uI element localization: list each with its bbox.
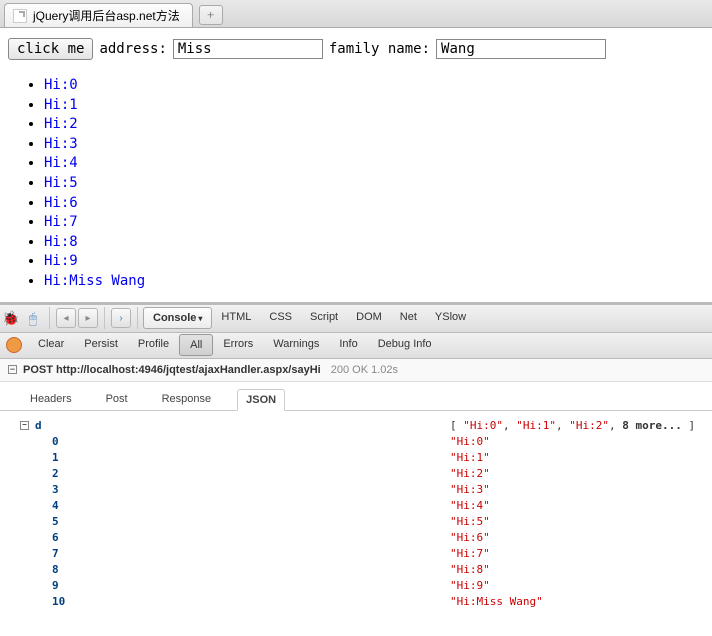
list-item: Hi:6	[44, 194, 704, 214]
form-row: click me address: family name:	[8, 38, 704, 60]
address-input[interactable]	[173, 39, 323, 59]
json-item-row[interactable]: 1 "Hi:1"	[0, 451, 712, 467]
json-value: "Hi:3"	[450, 483, 490, 496]
cmd-button[interactable]: ›	[111, 308, 131, 328]
sub-button-warnings[interactable]: Warnings	[263, 334, 329, 356]
json-value: "Hi:4"	[450, 499, 490, 512]
json-key: 6	[52, 531, 59, 544]
response-tabs: Headers Post Response JSON	[0, 382, 712, 411]
response-tab-post[interactable]: Post	[98, 389, 136, 411]
list-item: Hi:0	[44, 76, 704, 96]
json-key: 4	[52, 499, 59, 512]
json-key: 3	[52, 483, 59, 496]
json-key: 2	[52, 467, 59, 480]
browser-tab-bar: jQuery调用后台asp.net方法 +	[0, 0, 712, 28]
sub-button-persist[interactable]: Persist	[74, 334, 128, 356]
result-list: Hi:0Hi:1Hi:2Hi:3Hi:4Hi:5Hi:6Hi:7Hi:8Hi:9…	[8, 76, 704, 292]
forward-button[interactable]: ▸	[78, 308, 98, 328]
page-icon	[13, 9, 27, 23]
json-root-row[interactable]: − d [ "Hi:0", "Hi:1", "Hi:2", 8 more... …	[0, 419, 712, 435]
firebug-toolbar-sub: ClearPersistProfileAllErrorsWarningsInfo…	[0, 333, 712, 359]
request-status: 200 OK 1.02s	[331, 364, 398, 376]
response-tab-json[interactable]: JSON	[237, 389, 285, 411]
json-item-row[interactable]: 7 "Hi:7"	[0, 547, 712, 563]
separator	[104, 307, 105, 329]
json-item-row[interactable]: 10 "Hi:Miss Wang"	[0, 595, 712, 611]
panel-tab-dom[interactable]: DOM	[347, 307, 391, 329]
list-item: Hi:1	[44, 96, 704, 116]
list-item: Hi:Miss Wang	[44, 272, 704, 292]
json-item-row[interactable]: 5 "Hi:5"	[0, 515, 712, 531]
list-item: Hi:8	[44, 233, 704, 253]
json-value: "Hi:2"	[450, 467, 490, 480]
sub-button-debug-info[interactable]: Debug Info	[368, 334, 442, 356]
firebug-panel: 🐞 🖱 ◂ ▸ › Console▾HTMLCSSScriptDOMNetYSl…	[0, 302, 712, 623]
sub-button-info[interactable]: Info	[329, 334, 367, 356]
separator	[49, 307, 50, 329]
json-item-row[interactable]: 4 "Hi:4"	[0, 499, 712, 515]
json-key: d	[35, 419, 42, 432]
address-label: address:	[99, 41, 166, 57]
sub-button-profile[interactable]: Profile	[128, 334, 179, 356]
panel-tab-net[interactable]: Net	[391, 307, 426, 329]
json-key: 0	[52, 435, 59, 448]
family-name-input[interactable]	[436, 39, 606, 59]
request-row[interactable]: − POST http://localhost:4946/jqtest/ajax…	[0, 359, 712, 382]
panel-tab-yslow[interactable]: YSlow	[426, 307, 475, 329]
firebug-icon[interactable]: 🐞	[0, 310, 22, 327]
sub-button-clear[interactable]: Clear	[28, 334, 74, 356]
expand-icon[interactable]: −	[8, 365, 17, 374]
json-key: 5	[52, 515, 59, 528]
panel-tab-css[interactable]: CSS	[260, 307, 301, 329]
panel-tab-html[interactable]: HTML	[212, 307, 260, 329]
json-value: "Hi:6"	[450, 531, 490, 544]
json-summary: [ "Hi:0", "Hi:1", "Hi:2", 8 more... ]	[450, 419, 695, 432]
collapse-icon[interactable]: −	[20, 421, 29, 430]
json-key: 7	[52, 547, 59, 560]
page-content: click me address: family name: Hi:0Hi:1H…	[0, 28, 712, 302]
json-item-row[interactable]: 6 "Hi:6"	[0, 531, 712, 547]
json-value: "Hi:7"	[450, 547, 490, 560]
break-icon[interactable]	[6, 337, 22, 353]
sub-button-errors[interactable]: Errors	[213, 334, 263, 356]
json-viewer: − d [ "Hi:0", "Hi:1", "Hi:2", 8 more... …	[0, 411, 712, 623]
json-value: "Hi:8"	[450, 563, 490, 576]
response-tab-headers[interactable]: Headers	[22, 389, 80, 411]
json-key: 9	[52, 579, 59, 592]
family-name-label: family name:	[329, 41, 430, 57]
browser-tab-active[interactable]: jQuery调用后台asp.net方法	[4, 3, 193, 27]
click-me-button[interactable]: click me	[8, 38, 93, 60]
json-value: "Hi:Miss Wang"	[450, 595, 543, 608]
list-item: Hi:2	[44, 115, 704, 135]
json-key: 8	[52, 563, 59, 576]
json-key: 10	[52, 595, 65, 608]
list-item: Hi:4	[44, 154, 704, 174]
new-tab-button[interactable]: +	[199, 5, 223, 25]
list-item: Hi:7	[44, 213, 704, 233]
json-value: "Hi:5"	[450, 515, 490, 528]
request-method: POST	[23, 364, 53, 376]
panel-tab-script[interactable]: Script	[301, 307, 347, 329]
json-item-row[interactable]: 9 "Hi:9"	[0, 579, 712, 595]
response-tab-response[interactable]: Response	[154, 389, 220, 411]
back-button[interactable]: ◂	[56, 308, 76, 328]
inspect-icon[interactable]: 🖱	[22, 310, 44, 327]
json-value: "Hi:0"	[450, 435, 490, 448]
json-item-row[interactable]: 2 "Hi:2"	[0, 467, 712, 483]
panel-tab-console[interactable]: Console▾	[143, 307, 212, 329]
separator	[137, 307, 138, 329]
list-item: Hi:5	[44, 174, 704, 194]
json-item-row[interactable]: 3 "Hi:3"	[0, 483, 712, 499]
list-item: Hi:3	[44, 135, 704, 155]
sub-button-all[interactable]: All	[179, 334, 213, 356]
list-item: Hi:9	[44, 252, 704, 272]
json-key: 1	[52, 451, 59, 464]
json-value: "Hi:1"	[450, 451, 490, 464]
tab-title: jQuery调用后台asp.net方法	[33, 7, 180, 24]
request-url: http://localhost:4946/jqtest/ajaxHandler…	[56, 364, 321, 376]
json-item-row[interactable]: 0 "Hi:0"	[0, 435, 712, 451]
firebug-toolbar-main: 🐞 🖱 ◂ ▸ › Console▾HTMLCSSScriptDOMNetYSl…	[0, 305, 712, 333]
json-value: "Hi:9"	[450, 579, 490, 592]
json-item-row[interactable]: 8 "Hi:8"	[0, 563, 712, 579]
